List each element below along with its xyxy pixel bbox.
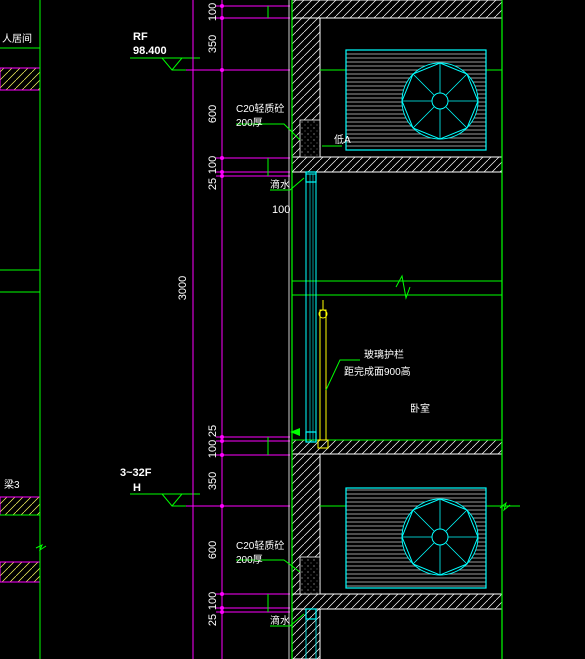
dim-upper-600: 600 [207,105,219,123]
note-drain-lower: 滴水 [270,614,290,627]
note-c20-lower-line2: 200厚 [236,554,263,566]
note-c20-upper-line1: C20轻质砼 [236,102,284,115]
dim-upper-100b: 100 [207,156,219,174]
note-drain-upper: 滴水 [270,178,290,191]
dim-lower-350: 350 [207,472,219,490]
ac-unit-upper [345,49,487,151]
level-floor-label: 3~32F [120,467,152,479]
left-label-bottom: 梁3 [4,478,20,491]
level-rf-elevation: 98.400 [133,45,167,57]
dim-offset-100: 100 [272,204,290,216]
glass-guardrail [317,300,329,449]
dim-lower-25b: 25 [207,614,219,626]
dim-lower-100b: 100 [207,592,219,610]
level-floor-marker [130,493,285,507]
dim-upper-350: 350 [207,35,219,53]
left-adjacent-section [0,0,47,659]
note-room: 卧室 [410,402,430,415]
level-rf-label: RF [133,31,148,43]
note-guardrail-line1: 玻璃护栏 [364,348,404,361]
ac-unit-lower [345,487,487,589]
left-label-top: 人居间 [2,32,32,45]
dim-lower-600: 600 [207,541,219,559]
dim-lower-100: 100 [207,440,219,458]
dim-lower-25: 25 [207,425,219,437]
note-sill-tag: 低A [334,133,351,146]
dim-upper-100: 100 [207,3,219,21]
note-guardrail-line2: 距完成面900高 [344,365,411,378]
dim-floor-height: 3000 [177,276,189,300]
note-c20-lower-line1: C20轻质砼 [236,539,284,552]
note-c20-upper-line2: 200厚 [236,117,263,129]
dim-upper-25: 25 [207,178,219,190]
level-floor-elevation: H [133,482,141,494]
level-rf-marker [130,57,285,71]
